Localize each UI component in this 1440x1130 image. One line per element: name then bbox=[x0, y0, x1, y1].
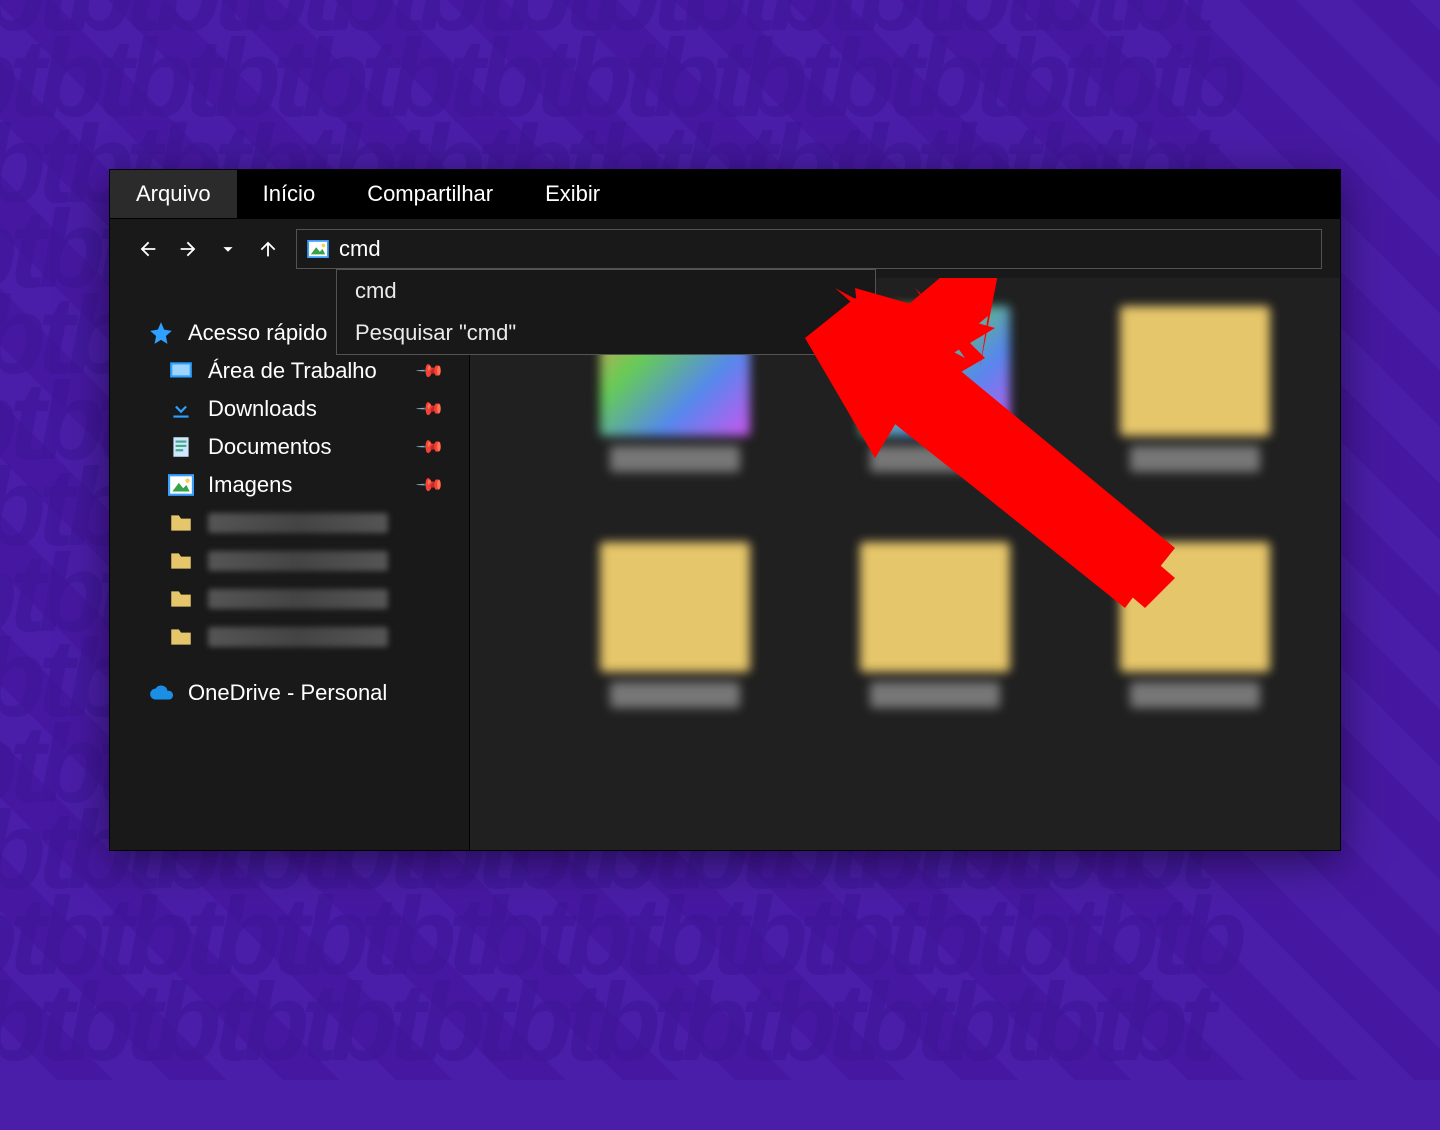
sidebar-onedrive[interactable]: OneDrive - Personal bbox=[110, 674, 469, 712]
pin-icon: 📌 bbox=[414, 356, 445, 387]
ribbon-tab-share[interactable]: Compartilhar bbox=[341, 170, 519, 218]
window-body: Acesso rápido Área de Trabalho 📌 Downloa… bbox=[110, 278, 1340, 850]
download-icon bbox=[168, 396, 194, 422]
sidebar-item-documents[interactable]: Documentos 📌 bbox=[110, 428, 469, 466]
blurred-label bbox=[208, 551, 388, 571]
blurred-label bbox=[208, 627, 388, 647]
ribbon-tab-file[interactable]: Arquivo bbox=[110, 170, 237, 218]
sidebar-label: Imagens bbox=[208, 472, 292, 498]
sidebar-item-folder-blurred[interactable] bbox=[110, 542, 469, 580]
up-button[interactable] bbox=[248, 229, 288, 269]
arrow-right-icon bbox=[177, 238, 199, 260]
content-area[interactable] bbox=[470, 278, 1340, 850]
pin-icon: 📌 bbox=[414, 432, 445, 463]
blurred-label bbox=[208, 589, 388, 609]
arrow-left-icon bbox=[137, 238, 159, 260]
address-bar[interactable] bbox=[296, 229, 1322, 269]
folder-thumbnail[interactable] bbox=[850, 542, 1020, 708]
desktop-icon bbox=[168, 358, 194, 384]
suggestion-item[interactable]: Pesquisar "cmd" bbox=[337, 312, 875, 354]
folder-thumbnail[interactable] bbox=[1110, 542, 1280, 708]
folder-thumbnail[interactable] bbox=[590, 542, 760, 708]
blurred-label bbox=[208, 513, 388, 533]
onedrive-cloud-icon bbox=[148, 680, 174, 706]
quick-access-star-icon bbox=[148, 320, 174, 346]
sidebar-item-pictures[interactable]: Imagens 📌 bbox=[110, 466, 469, 504]
address-suggestions: cmd Pesquisar "cmd" bbox=[336, 269, 876, 355]
folder-icon bbox=[168, 548, 194, 574]
folder-thumbnail[interactable] bbox=[1110, 306, 1280, 472]
address-input[interactable] bbox=[339, 236, 1311, 262]
chevron-down-icon bbox=[217, 238, 239, 260]
sidebar-item-folder-blurred[interactable] bbox=[110, 504, 469, 542]
sidebar-label: Documentos bbox=[208, 434, 332, 460]
ribbon-tab-view[interactable]: Exibir bbox=[519, 170, 626, 218]
back-button[interactable] bbox=[128, 229, 168, 269]
forward-button[interactable] bbox=[168, 229, 208, 269]
pictures-icon bbox=[168, 472, 194, 498]
address-bar-container: cmd Pesquisar "cmd" bbox=[296, 229, 1322, 269]
thumbnail-grid bbox=[590, 306, 1340, 708]
pictures-icon bbox=[307, 240, 329, 258]
explorer-window: Arquivo Início Compartilhar Exibir bbox=[110, 170, 1340, 850]
sidebar-item-folder-blurred[interactable] bbox=[110, 580, 469, 618]
pin-icon: 📌 bbox=[414, 394, 445, 425]
sidebar: Acesso rápido Área de Trabalho 📌 Downloa… bbox=[110, 278, 470, 850]
folder-icon bbox=[168, 586, 194, 612]
sidebar-label: Acesso rápido bbox=[188, 320, 327, 346]
sidebar-label: Área de Trabalho bbox=[208, 358, 377, 384]
arrow-up-icon bbox=[257, 238, 279, 260]
document-icon bbox=[168, 434, 194, 460]
sidebar-item-downloads[interactable]: Downloads 📌 bbox=[110, 390, 469, 428]
navigation-row: cmd Pesquisar "cmd" bbox=[110, 218, 1340, 278]
folder-icon bbox=[168, 624, 194, 650]
folder-icon bbox=[168, 510, 194, 536]
sidebar-item-folder-blurred[interactable] bbox=[110, 618, 469, 656]
ribbon: Arquivo Início Compartilhar Exibir bbox=[110, 170, 1340, 218]
pin-icon: 📌 bbox=[414, 470, 445, 501]
ribbon-tab-home[interactable]: Início bbox=[237, 170, 342, 218]
sidebar-label: OneDrive - Personal bbox=[188, 680, 387, 706]
history-dropdown-button[interactable] bbox=[208, 229, 248, 269]
sidebar-label: Downloads bbox=[208, 396, 317, 422]
suggestion-item[interactable]: cmd bbox=[337, 270, 875, 312]
sidebar-item-desktop[interactable]: Área de Trabalho 📌 bbox=[110, 352, 469, 390]
